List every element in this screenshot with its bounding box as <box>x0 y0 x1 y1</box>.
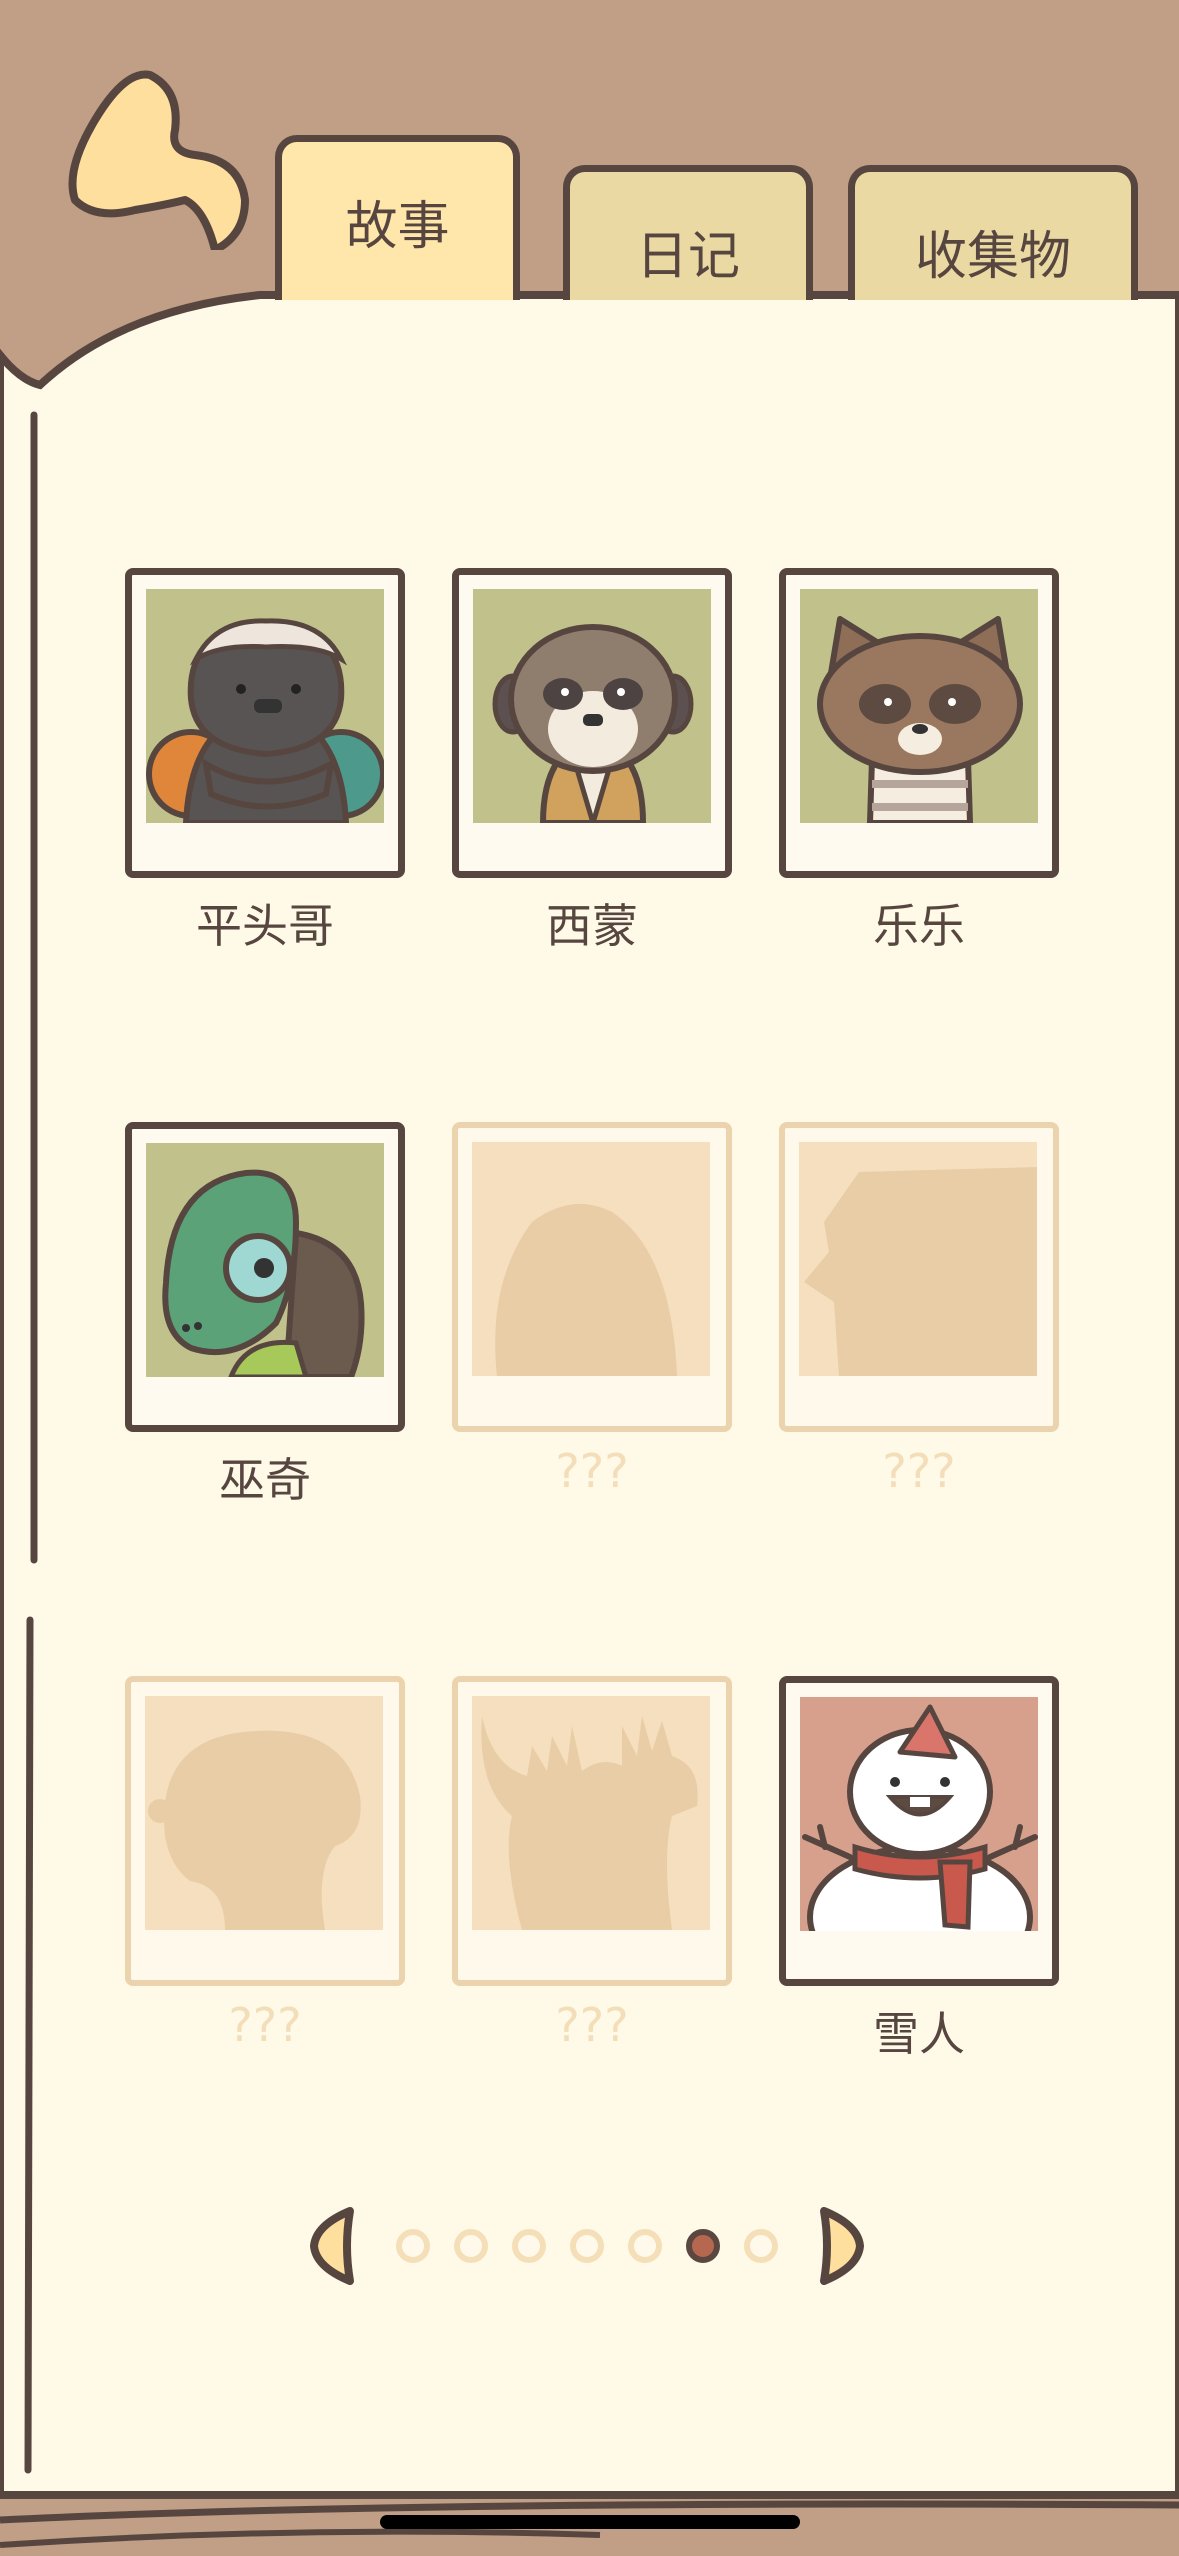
tab-diary-label: 日记 <box>635 226 740 287</box>
character-card[interactable] <box>779 1122 1059 1432</box>
character-card[interactable] <box>452 1676 732 1986</box>
snowman-portrait <box>800 1697 1038 1931</box>
home-indicator[interactable] <box>380 2515 800 2529</box>
page-dot[interactable] <box>744 2229 778 2263</box>
character-name: ??? <box>555 1444 629 1498</box>
tab-stories-label: 故事 <box>345 196 450 257</box>
tab-diary[interactable]: 日记 <box>563 165 813 300</box>
page-dot[interactable] <box>570 2229 604 2263</box>
prev-page-arrow-icon <box>310 2207 354 2285</box>
character-name: ??? <box>555 1998 629 2052</box>
bird-silhouette <box>799 1142 1037 1376</box>
page-dot[interactable] <box>454 2229 488 2263</box>
character-card[interactable] <box>452 568 732 878</box>
tab-stories[interactable]: 故事 <box>275 135 520 300</box>
page-dot[interactable] <box>628 2229 662 2263</box>
raccoon-portrait <box>800 589 1038 823</box>
tab-collectibles[interactable]: 收集物 <box>848 165 1138 300</box>
character-card[interactable] <box>125 568 405 878</box>
character-card[interactable] <box>452 1122 732 1432</box>
character-name: 雪人 <box>873 2007 965 2061</box>
back-button[interactable] <box>55 60 255 254</box>
blob-silhouette <box>145 1696 383 1930</box>
prev-page-button[interactable] <box>308 2205 358 2287</box>
character-name: 平头哥 <box>196 899 334 953</box>
chameleon-portrait <box>146 1143 384 1377</box>
page-dot[interactable] <box>686 2229 720 2263</box>
character-name: ??? <box>882 1444 956 1498</box>
honey-badger-portrait <box>146 589 384 823</box>
character-card[interactable] <box>125 1676 405 1986</box>
page-dot[interactable] <box>512 2229 546 2263</box>
next-page-button[interactable] <box>816 2205 866 2287</box>
character-name: 西蒙 <box>546 899 638 953</box>
character-name: ??? <box>228 1998 302 2052</box>
character-card[interactable] <box>779 568 1059 878</box>
egg-silhouette <box>472 1142 710 1376</box>
character-name: 乐乐 <box>873 899 965 953</box>
character-card[interactable] <box>125 1122 405 1432</box>
tab-collectibles-label: 收集物 <box>914 226 1071 287</box>
moose-silhouette <box>472 1696 710 1930</box>
next-page-arrow-icon <box>820 2207 864 2285</box>
meerkat-portrait <box>473 589 711 823</box>
character-card[interactable] <box>779 1676 1059 1986</box>
curved-back-arrow-icon <box>68 70 249 254</box>
page-dot[interactable] <box>396 2229 430 2263</box>
character-name: 巫奇 <box>219 1453 311 1507</box>
